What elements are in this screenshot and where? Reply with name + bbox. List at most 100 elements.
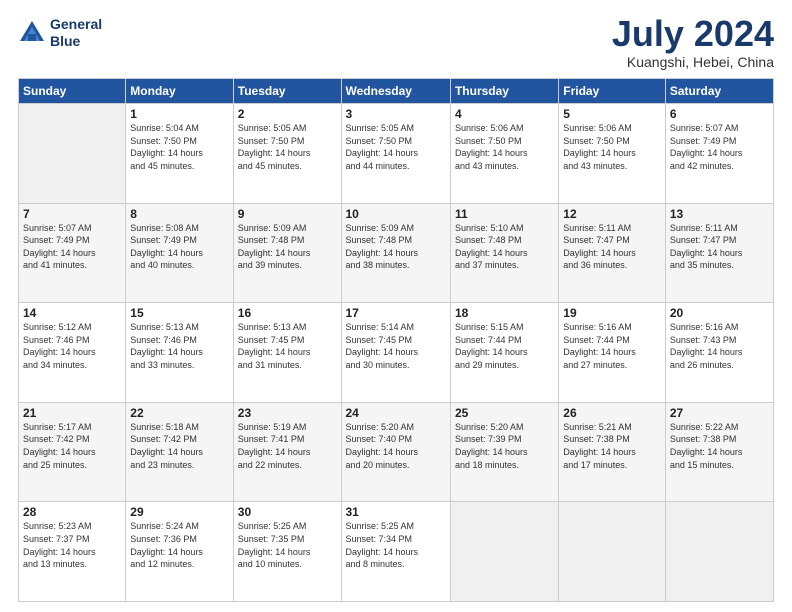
day-info: Sunrise: 5:08 AM Sunset: 7:49 PM Dayligh… [130,222,228,272]
calendar-cell: 17Sunrise: 5:14 AM Sunset: 7:45 PM Dayli… [341,303,450,403]
day-info: Sunrise: 5:10 AM Sunset: 7:48 PM Dayligh… [455,222,554,272]
day-number: 25 [455,406,554,420]
day-info: Sunrise: 5:25 AM Sunset: 7:35 PM Dayligh… [238,520,337,570]
day-number: 5 [563,107,661,121]
day-number: 24 [346,406,446,420]
day-info: Sunrise: 5:05 AM Sunset: 7:50 PM Dayligh… [238,122,337,172]
day-number: 13 [670,207,769,221]
day-number: 12 [563,207,661,221]
day-number: 31 [346,505,446,519]
logo-icon [18,19,46,47]
day-info: Sunrise: 5:07 AM Sunset: 7:49 PM Dayligh… [670,122,769,172]
weekday-header: Tuesday [233,79,341,104]
day-number: 30 [238,505,337,519]
calendar-cell: 19Sunrise: 5:16 AM Sunset: 7:44 PM Dayli… [559,303,666,403]
calendar-cell: 6Sunrise: 5:07 AM Sunset: 7:49 PM Daylig… [665,104,773,204]
day-info: Sunrise: 5:07 AM Sunset: 7:49 PM Dayligh… [23,222,121,272]
day-info: Sunrise: 5:25 AM Sunset: 7:34 PM Dayligh… [346,520,446,570]
calendar-cell: 9Sunrise: 5:09 AM Sunset: 7:48 PM Daylig… [233,203,341,303]
day-number: 19 [563,306,661,320]
calendar-cell: 4Sunrise: 5:06 AM Sunset: 7:50 PM Daylig… [450,104,558,204]
day-info: Sunrise: 5:20 AM Sunset: 7:40 PM Dayligh… [346,421,446,471]
logo-text: General Blue [50,16,102,50]
calendar-cell: 23Sunrise: 5:19 AM Sunset: 7:41 PM Dayli… [233,402,341,502]
day-number: 6 [670,107,769,121]
calendar-cell: 28Sunrise: 5:23 AM Sunset: 7:37 PM Dayli… [19,502,126,602]
day-info: Sunrise: 5:14 AM Sunset: 7:45 PM Dayligh… [346,321,446,371]
day-info: Sunrise: 5:11 AM Sunset: 7:47 PM Dayligh… [670,222,769,272]
calendar-cell: 26Sunrise: 5:21 AM Sunset: 7:38 PM Dayli… [559,402,666,502]
title-location: Kuangshi, Hebei, China [612,54,774,70]
day-info: Sunrise: 5:13 AM Sunset: 7:45 PM Dayligh… [238,321,337,371]
day-info: Sunrise: 5:09 AM Sunset: 7:48 PM Dayligh… [238,222,337,272]
weekday-header: Thursday [450,79,558,104]
calendar: SundayMondayTuesdayWednesdayThursdayFrid… [18,78,774,602]
day-number: 18 [455,306,554,320]
day-number: 8 [130,207,228,221]
day-info: Sunrise: 5:04 AM Sunset: 7:50 PM Dayligh… [130,122,228,172]
day-number: 4 [455,107,554,121]
calendar-cell: 15Sunrise: 5:13 AM Sunset: 7:46 PM Dayli… [126,303,233,403]
day-info: Sunrise: 5:21 AM Sunset: 7:38 PM Dayligh… [563,421,661,471]
day-info: Sunrise: 5:13 AM Sunset: 7:46 PM Dayligh… [130,321,228,371]
day-info: Sunrise: 5:17 AM Sunset: 7:42 PM Dayligh… [23,421,121,471]
day-number: 23 [238,406,337,420]
day-info: Sunrise: 5:22 AM Sunset: 7:38 PM Dayligh… [670,421,769,471]
calendar-cell: 10Sunrise: 5:09 AM Sunset: 7:48 PM Dayli… [341,203,450,303]
day-info: Sunrise: 5:16 AM Sunset: 7:43 PM Dayligh… [670,321,769,371]
day-number: 17 [346,306,446,320]
day-number: 15 [130,306,228,320]
day-number: 16 [238,306,337,320]
day-info: Sunrise: 5:12 AM Sunset: 7:46 PM Dayligh… [23,321,121,371]
weekday-header: Saturday [665,79,773,104]
title-block: July 2024 Kuangshi, Hebei, China [612,16,774,70]
calendar-cell: 3Sunrise: 5:05 AM Sunset: 7:50 PM Daylig… [341,104,450,204]
day-info: Sunrise: 5:23 AM Sunset: 7:37 PM Dayligh… [23,520,121,570]
day-number: 14 [23,306,121,320]
calendar-cell: 13Sunrise: 5:11 AM Sunset: 7:47 PM Dayli… [665,203,773,303]
weekday-header: Monday [126,79,233,104]
day-number: 2 [238,107,337,121]
day-info: Sunrise: 5:11 AM Sunset: 7:47 PM Dayligh… [563,222,661,272]
weekday-header: Friday [559,79,666,104]
day-number: 3 [346,107,446,121]
day-number: 26 [563,406,661,420]
calendar-cell: 8Sunrise: 5:08 AM Sunset: 7:49 PM Daylig… [126,203,233,303]
calendar-cell: 18Sunrise: 5:15 AM Sunset: 7:44 PM Dayli… [450,303,558,403]
weekday-header: Sunday [19,79,126,104]
day-number: 29 [130,505,228,519]
day-number: 7 [23,207,121,221]
calendar-cell: 22Sunrise: 5:18 AM Sunset: 7:42 PM Dayli… [126,402,233,502]
day-number: 21 [23,406,121,420]
calendar-cell [19,104,126,204]
calendar-cell: 16Sunrise: 5:13 AM Sunset: 7:45 PM Dayli… [233,303,341,403]
calendar-cell: 7Sunrise: 5:07 AM Sunset: 7:49 PM Daylig… [19,203,126,303]
calendar-cell: 24Sunrise: 5:20 AM Sunset: 7:40 PM Dayli… [341,402,450,502]
day-info: Sunrise: 5:16 AM Sunset: 7:44 PM Dayligh… [563,321,661,371]
day-info: Sunrise: 5:06 AM Sunset: 7:50 PM Dayligh… [455,122,554,172]
calendar-cell [559,502,666,602]
day-info: Sunrise: 5:05 AM Sunset: 7:50 PM Dayligh… [346,122,446,172]
day-info: Sunrise: 5:19 AM Sunset: 7:41 PM Dayligh… [238,421,337,471]
calendar-cell: 2Sunrise: 5:05 AM Sunset: 7:50 PM Daylig… [233,104,341,204]
day-number: 20 [670,306,769,320]
calendar-cell [450,502,558,602]
calendar-cell [665,502,773,602]
day-number: 11 [455,207,554,221]
calendar-cell: 30Sunrise: 5:25 AM Sunset: 7:35 PM Dayli… [233,502,341,602]
day-info: Sunrise: 5:09 AM Sunset: 7:48 PM Dayligh… [346,222,446,272]
calendar-cell: 25Sunrise: 5:20 AM Sunset: 7:39 PM Dayli… [450,402,558,502]
calendar-cell: 29Sunrise: 5:24 AM Sunset: 7:36 PM Dayli… [126,502,233,602]
page: General Blue July 2024 Kuangshi, Hebei, … [0,0,792,612]
calendar-cell: 11Sunrise: 5:10 AM Sunset: 7:48 PM Dayli… [450,203,558,303]
day-number: 27 [670,406,769,420]
day-info: Sunrise: 5:20 AM Sunset: 7:39 PM Dayligh… [455,421,554,471]
day-number: 9 [238,207,337,221]
day-info: Sunrise: 5:06 AM Sunset: 7:50 PM Dayligh… [563,122,661,172]
calendar-cell: 20Sunrise: 5:16 AM Sunset: 7:43 PM Dayli… [665,303,773,403]
calendar-cell: 1Sunrise: 5:04 AM Sunset: 7:50 PM Daylig… [126,104,233,204]
weekday-header: Wednesday [341,79,450,104]
title-month: July 2024 [612,16,774,52]
calendar-cell: 27Sunrise: 5:22 AM Sunset: 7:38 PM Dayli… [665,402,773,502]
calendar-cell: 12Sunrise: 5:11 AM Sunset: 7:47 PM Dayli… [559,203,666,303]
